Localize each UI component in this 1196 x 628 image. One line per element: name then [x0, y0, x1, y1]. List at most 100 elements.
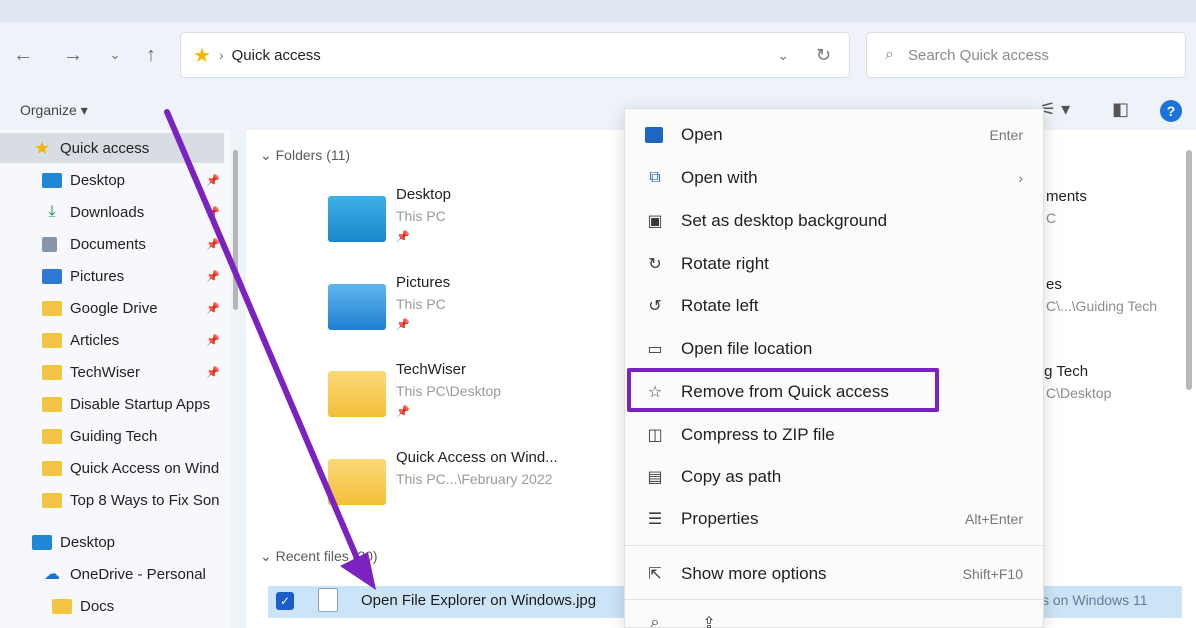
- folder-icon: [52, 598, 72, 614]
- pictures-icon: [42, 268, 62, 284]
- open-image-icon: [645, 127, 663, 143]
- open-with-icon: ⧉: [649, 169, 661, 186]
- folder-tile-desktop[interactable]: Desktop This PC 📌: [328, 186, 648, 266]
- folder-location-partial: C\Desktop: [1046, 385, 1112, 401]
- sidebar-item-label: Pictures: [70, 267, 125, 285]
- folder-name-partial[interactable]: ıg Tech: [1040, 363, 1088, 380]
- sidebar-item-onedrive[interactable]: ☁ OneDrive - Personal: [0, 559, 224, 589]
- menu-shortcut: Alt+Enter: [965, 511, 1023, 527]
- forward-icon[interactable]: →: [58, 40, 88, 70]
- highlight-box: [627, 368, 939, 412]
- back-icon[interactable]: ←: [8, 40, 38, 70]
- recent-files-section-header[interactable]: ⌄ Recent files (20): [260, 548, 378, 565]
- menu-item-properties[interactable]: ☰ Properties Alt+Enter: [625, 499, 1045, 539]
- address-bar[interactable]: ★ › Quick access ⌄ ↻: [180, 32, 850, 78]
- sidebar-item-guiding-tech[interactable]: Guiding Tech: [0, 421, 224, 451]
- download-icon: ⤓: [48, 203, 56, 220]
- folder-tile-techwiser[interactable]: TechWiser This PC\Desktop 📌: [328, 361, 648, 441]
- sidebar-item-label: Google Drive: [70, 299, 158, 317]
- sidebar-item-label: Quick Access on Wind: [70, 459, 220, 477]
- menu-item-label: Compress to ZIP file: [681, 425, 835, 444]
- checkbox-checked-icon[interactable]: ✓: [276, 592, 294, 610]
- title-strip: [0, 0, 1196, 22]
- menu-item-set-desktop-background[interactable]: ▣ Set as desktop background: [625, 201, 1045, 241]
- folder-name-partial[interactable]: ments: [1046, 188, 1087, 205]
- pictures-folder-icon: [328, 284, 386, 330]
- folders-header-label: Folders (11): [275, 147, 351, 163]
- menu-item-open[interactable]: Open Enter: [625, 115, 1045, 155]
- sidebar-item-google-drive[interactable]: Google Drive 📌: [0, 293, 224, 323]
- sidebar-item-disable-startup-apps[interactable]: Disable Startup Apps: [0, 389, 224, 419]
- preview-pane-icon[interactable]: ◧: [1112, 99, 1129, 120]
- sidebar-item-quick-access[interactable]: ★ Quick access: [0, 133, 224, 163]
- sidebar-item-desktop[interactable]: Desktop 📌: [0, 165, 224, 195]
- recent-file-location: s on Windows 11: [1042, 592, 1148, 608]
- recent-locations-icon[interactable]: ⌄: [100, 40, 130, 70]
- share-icon[interactable]: ⇪: [699, 613, 719, 628]
- sidebar-item-pictures[interactable]: Pictures 📌: [0, 261, 224, 291]
- refresh-icon[interactable]: ↻: [816, 45, 831, 66]
- sidebar-item-techwiser[interactable]: TechWiser 📌: [0, 357, 224, 387]
- up-arrow-icon[interactable]: ↑: [136, 40, 166, 70]
- organize-button[interactable]: Organize ▾: [20, 102, 88, 119]
- sidebar-item-top-8-ways[interactable]: Top 8 Ways to Fix Son: [0, 485, 224, 515]
- copy-path-icon: ▤: [647, 469, 663, 486]
- menu-item-open-with[interactable]: ⧉ Open with ›: [625, 158, 1045, 198]
- search-placeholder: Search Quick access: [907, 46, 1049, 64]
- chevron-down-icon[interactable]: ⌄: [777, 47, 789, 64]
- sidebar-item-articles[interactable]: Articles 📌: [0, 325, 224, 355]
- search-icon: ⌕: [885, 46, 894, 63]
- folder-name: Quick Access on Wind...: [396, 449, 558, 466]
- cut-icon[interactable]: ⌕: [645, 613, 665, 628]
- menu-item-rotate-left[interactable]: ↺ Rotate left: [625, 286, 1045, 326]
- menu-item-copy-as-path[interactable]: ▤ Copy as path: [625, 457, 1045, 497]
- image-file-icon: [318, 588, 338, 612]
- menu-item-open-file-location[interactable]: ▭ Open file location: [625, 329, 1045, 369]
- pin-icon: 📌: [206, 238, 220, 251]
- sidebar-scrollbar[interactable]: [233, 150, 238, 310]
- breadcrumb-quick-access[interactable]: Quick access: [232, 47, 321, 64]
- folder-icon: [42, 300, 62, 316]
- folder-tile-pictures[interactable]: Pictures This PC 📌: [328, 274, 648, 354]
- folder-location-partial: C\...\Guiding Tech: [1046, 298, 1158, 314]
- folder-icon: [42, 332, 62, 348]
- sidebar-item-label: OneDrive - Personal: [70, 565, 206, 583]
- folders-section-header[interactable]: ⌄ Folders (11): [260, 147, 350, 164]
- folder-outline-icon: ▭: [647, 341, 663, 358]
- menu-item-rotate-right[interactable]: ↻ Rotate right: [625, 244, 1045, 284]
- search-input[interactable]: ⌕ Search Quick access: [866, 32, 1186, 78]
- menu-item-label: Open file location: [681, 339, 813, 358]
- star-icon: ★: [33, 137, 51, 158]
- folder-location: This PC\Desktop: [396, 383, 502, 399]
- more-options-icon: ⇱: [648, 566, 662, 583]
- menu-item-label: Properties: [681, 509, 759, 528]
- sidebar-item-label: TechWiser: [70, 363, 141, 381]
- recent-file-name[interactable]: Open File Explorer on Windows.jpg: [361, 592, 596, 609]
- star-icon: ★: [193, 44, 211, 67]
- wallpaper-icon: ▣: [647, 213, 663, 230]
- help-icon[interactable]: ?: [1160, 100, 1182, 122]
- menu-item-show-more-options[interactable]: ⇱ Show more options Shift+F10: [625, 554, 1045, 594]
- folder-name-partial[interactable]: es: [1046, 276, 1062, 293]
- sidebar-item-label: Downloads: [70, 203, 145, 221]
- sidebar-item-label: Docs: [80, 597, 115, 615]
- menu-shortcut: Enter: [989, 127, 1023, 143]
- sidebar-item-label: Documents: [70, 235, 146, 253]
- sidebar-item-downloads[interactable]: ⤓ Downloads 📌: [0, 197, 224, 227]
- folder-location: This PC: [396, 208, 446, 224]
- menu-item-compress-zip[interactable]: ◫ Compress to ZIP file: [625, 415, 1045, 455]
- folder-tile-quick-access-on-windows[interactable]: Quick Access on Wind... This PC...\Febru…: [328, 449, 648, 529]
- rotate-right-icon: ↻: [648, 256, 662, 273]
- menu-item-label: Set as desktop background: [681, 211, 888, 230]
- sidebar-item-documents[interactable]: Documents 📌: [0, 229, 224, 259]
- rotate-left-icon: ↺: [648, 298, 662, 315]
- sidebar-item-label: Quick access: [60, 139, 150, 157]
- content-scrollbar[interactable]: [1186, 150, 1192, 390]
- pin-icon: 📌: [206, 334, 220, 347]
- sidebar-item-quick-access-on-windows[interactable]: Quick Access on Wind: [0, 453, 224, 483]
- properties-icon: ☰: [647, 511, 663, 528]
- sidebar-item-docs[interactable]: Docs: [0, 591, 224, 621]
- folder-name: Pictures: [396, 274, 451, 291]
- sidebar-item-desktop-root[interactable]: Desktop: [0, 527, 224, 557]
- breadcrumb-separator: ›: [218, 47, 224, 63]
